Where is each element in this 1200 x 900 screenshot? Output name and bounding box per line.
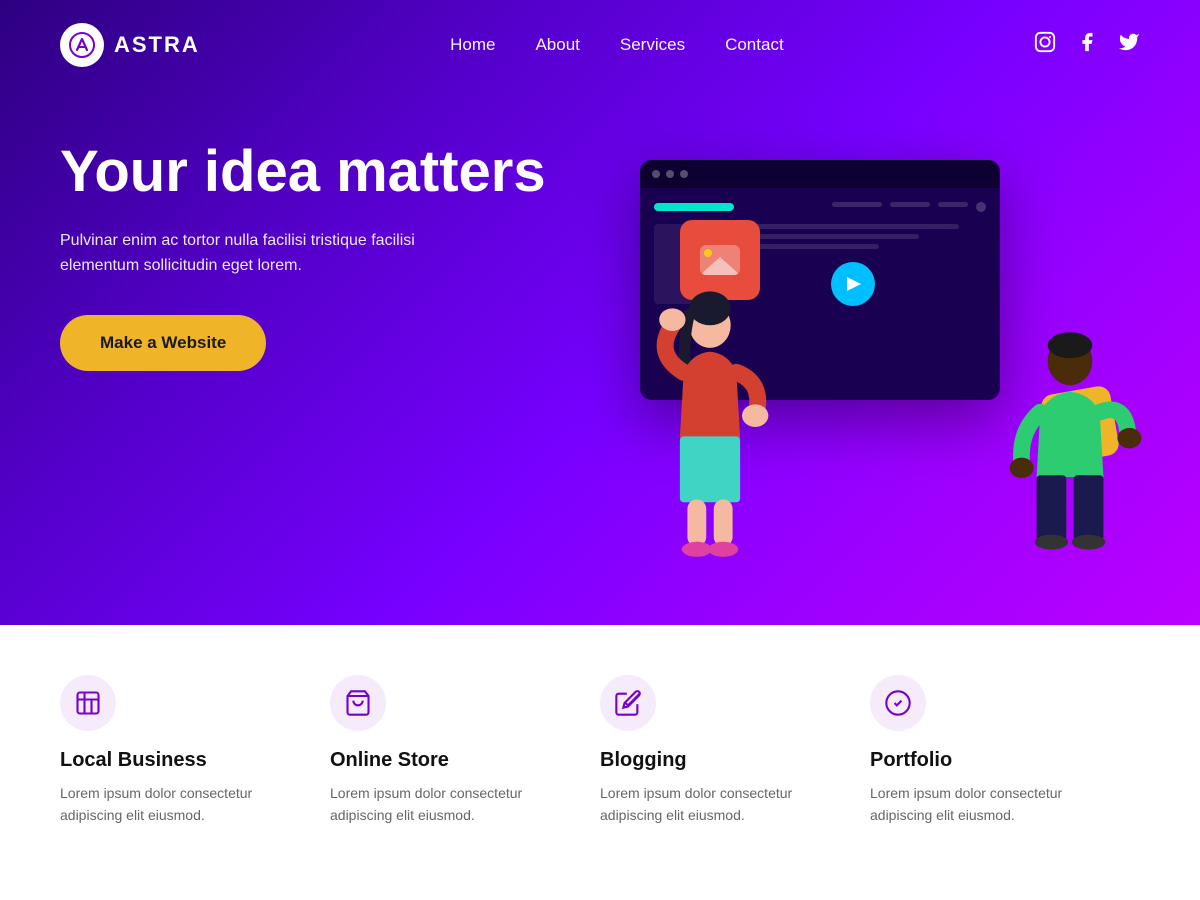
nav-services[interactable]: Services — [620, 35, 685, 55]
browser-dot-3 — [680, 170, 688, 178]
hero-illustration: </> — [580, 100, 1160, 580]
nav-contact[interactable]: Contact — [725, 35, 784, 55]
services-section: Local Business Lorem ipsum dolor consect… — [0, 625, 1200, 900]
logo-text: ASTRA — [114, 32, 200, 58]
service-desc-online-store: Lorem ipsum dolor consectetur adipiscing… — [330, 782, 580, 827]
service-title-online-store: Online Store — [330, 749, 580, 772]
hero-section: ASTRA Home About Services Contact — [0, 0, 1200, 625]
instagram-icon[interactable] — [1034, 31, 1056, 59]
bag-icon — [344, 689, 372, 717]
browser-teal-bar — [654, 203, 734, 211]
browser-dot-1 — [652, 170, 660, 178]
online-store-icon-wrap — [330, 675, 386, 731]
service-title-portfolio: Portfolio — [870, 749, 1120, 772]
hero-title: Your idea matters — [60, 140, 546, 204]
browser-dot-2 — [666, 170, 674, 178]
local-business-icon-wrap — [60, 675, 116, 731]
service-card-blogging: Blogging Lorem ipsum dolor consectetur a… — [600, 675, 870, 827]
woman-character — [610, 250, 810, 570]
service-card-portfolio: Portfolio Lorem ipsum dolor consectetur … — [870, 675, 1140, 827]
service-desc-local-business: Lorem ipsum dolor consectetur adipiscing… — [60, 782, 310, 827]
browser-bar — [640, 160, 1000, 188]
hero-content: Your idea matters Pulvinar enim ac torto… — [60, 140, 546, 371]
nav-home[interactable]: Home — [450, 35, 495, 55]
site-header: ASTRA Home About Services Contact — [0, 0, 1200, 90]
check-circle-icon — [884, 689, 912, 717]
service-desc-portfolio: Lorem ipsum dolor consectetur adipiscing… — [870, 782, 1120, 827]
hero-subtitle: Pulvinar enim ac tortor nulla facilisi t… — [60, 228, 480, 279]
nav-about[interactable]: About — [535, 35, 579, 55]
twitter-icon[interactable] — [1118, 31, 1140, 59]
service-desc-blogging: Lorem ipsum dolor consectetur adipiscing… — [600, 782, 850, 827]
main-nav: Home About Services Contact — [450, 35, 784, 55]
service-title-local-business: Local Business — [60, 749, 310, 772]
blogging-icon-wrap — [600, 675, 656, 731]
building-icon — [74, 689, 102, 717]
edit-icon — [614, 689, 642, 717]
portfolio-icon-wrap — [870, 675, 926, 731]
social-icons — [1034, 31, 1140, 59]
facebook-icon[interactable] — [1076, 31, 1098, 59]
service-card-online-store: Online Store Lorem ipsum dolor consectet… — [330, 675, 600, 827]
logo[interactable]: ASTRA — [60, 23, 200, 67]
cta-button[interactable]: Make a Website — [60, 315, 266, 371]
service-title-blogging: Blogging — [600, 749, 850, 772]
service-card-local-business: Local Business Lorem ipsum dolor consect… — [60, 675, 330, 827]
logo-icon — [60, 23, 104, 67]
man-character — [980, 310, 1160, 570]
